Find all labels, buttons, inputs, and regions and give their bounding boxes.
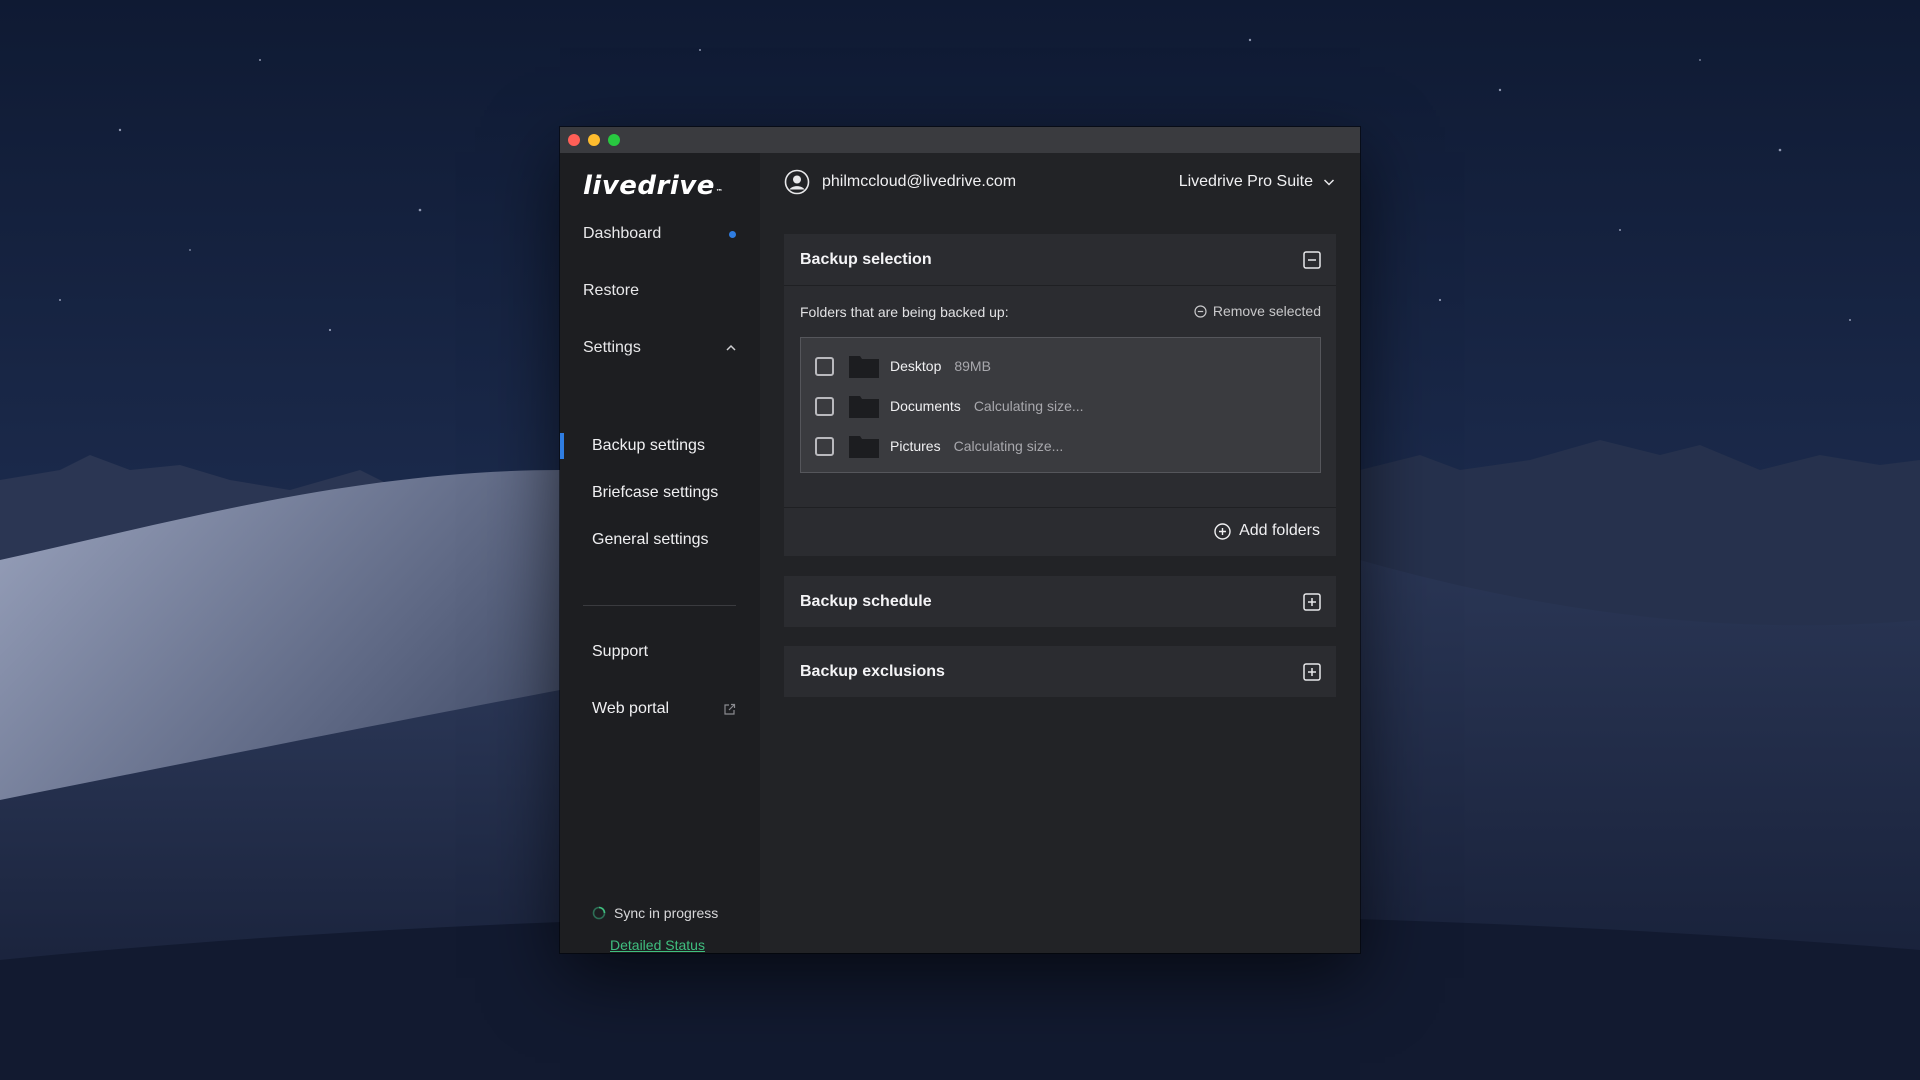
- sidebar-item-support[interactable]: Support: [592, 643, 736, 661]
- backup-schedule-panel: Backup schedule: [784, 576, 1336, 627]
- sidebar-item-settings[interactable]: Settings: [583, 339, 736, 357]
- plus-circle-icon: [1214, 522, 1231, 540]
- backup-exclusions-header[interactable]: Backup exclusions: [784, 646, 1336, 697]
- app-window: livedrive™ Dashboard Restore Settings Ba…: [560, 127, 1360, 953]
- folder-list: Desktop 89MB Documents Calculating size.…: [800, 337, 1321, 473]
- expand-icon[interactable]: [1303, 592, 1321, 611]
- account-info: philmccloud@livedrive.com: [784, 169, 1016, 195]
- folder-icon: [849, 396, 879, 418]
- folders-label: Folders that are being backed up:: [800, 304, 1009, 320]
- sync-status-text: Sync in progress: [614, 905, 719, 921]
- backup-selection-footer: Add folders: [784, 507, 1336, 557]
- sidebar-item-label: Web portal: [592, 700, 670, 717]
- chevron-down-icon: [1323, 179, 1335, 186]
- sidebar-item-general-settings[interactable]: General settings: [592, 531, 736, 549]
- folder-icon: [849, 356, 879, 378]
- add-folders-button[interactable]: Add folders: [1214, 522, 1320, 540]
- sidebar-item-restore[interactable]: Restore: [583, 282, 736, 300]
- remove-selected-label: Remove selected: [1212, 303, 1321, 319]
- minus-circle-icon: [1194, 304, 1207, 318]
- main-content: philmccloud@livedrive.com Livedrive Pro …: [760, 153, 1360, 953]
- livedrive-logo: livedrive™: [583, 171, 724, 201]
- panel-title: Backup exclusions: [800, 662, 945, 680]
- collapse-icon[interactable]: [1303, 250, 1321, 269]
- account-email: philmccloud@livedrive.com: [822, 173, 1017, 190]
- folder-size: Calculating size...: [973, 398, 1084, 414]
- notification-dot: [729, 230, 736, 238]
- plan-label: Livedrive Pro Suite: [1178, 173, 1313, 190]
- close-window-button[interactable]: [568, 134, 580, 146]
- sidebar-divider: [583, 605, 736, 606]
- sidebar-item-backup-settings[interactable]: Backup settings: [592, 437, 736, 455]
- zoom-window-button[interactable]: [608, 134, 620, 146]
- folder-size: 89MB: [954, 358, 991, 374]
- plan-selector[interactable]: Livedrive Pro Suite: [1179, 173, 1335, 191]
- panel-title: Backup schedule: [800, 592, 932, 610]
- sync-status: Sync in progress: [592, 905, 718, 921]
- folder-row-documents[interactable]: Documents Calculating size...: [815, 390, 1084, 422]
- backup-selection-header[interactable]: Backup selection: [784, 234, 1336, 285]
- external-link-icon: [724, 703, 736, 715]
- folder-name: Documents: [890, 398, 961, 414]
- expand-icon[interactable]: [1303, 662, 1321, 681]
- sidebar: livedrive™ Dashboard Restore Settings Ba…: [560, 153, 760, 953]
- panel-title: Backup selection: [800, 250, 932, 268]
- detailed-status-link[interactable]: Detailed Status: [610, 937, 705, 953]
- folder-icon: [849, 436, 879, 458]
- backup-schedule-header[interactable]: Backup schedule: [784, 576, 1336, 627]
- sidebar-item-label: Restore: [583, 282, 640, 299]
- sidebar-item-label: Settings: [583, 339, 641, 356]
- minimize-window-button[interactable]: [588, 134, 600, 146]
- folder-name: Pictures: [890, 438, 941, 454]
- backup-selection-panel: Backup selection Folders that are being …: [784, 234, 1336, 556]
- spinner-icon: [592, 906, 606, 920]
- folder-row-pictures[interactable]: Pictures Calculating size...: [815, 430, 1063, 462]
- folder-name: Desktop: [890, 358, 942, 374]
- chevron-up-icon: [726, 344, 736, 351]
- remove-selected-button[interactable]: Remove selected: [1194, 303, 1321, 319]
- add-folders-label: Add folders: [1239, 522, 1320, 539]
- backup-exclusions-panel: Backup exclusions: [784, 646, 1336, 697]
- sidebar-item-dashboard[interactable]: Dashboard: [583, 225, 736, 243]
- sidebar-item-briefcase-settings[interactable]: Briefcase settings: [592, 484, 736, 502]
- user-avatar-icon: [784, 169, 810, 195]
- folder-size: Calculating size...: [953, 438, 1064, 454]
- sidebar-item-label: Dashboard: [583, 225, 662, 242]
- title-bar[interactable]: [560, 127, 1360, 153]
- folder-row-desktop[interactable]: Desktop 89MB: [815, 350, 991, 382]
- sidebar-item-web-portal[interactable]: Web portal: [592, 700, 736, 718]
- folder-checkbox[interactable]: [815, 396, 834, 416]
- active-indicator: [560, 433, 564, 459]
- folder-checkbox[interactable]: [815, 436, 834, 456]
- folder-checkbox[interactable]: [815, 356, 834, 376]
